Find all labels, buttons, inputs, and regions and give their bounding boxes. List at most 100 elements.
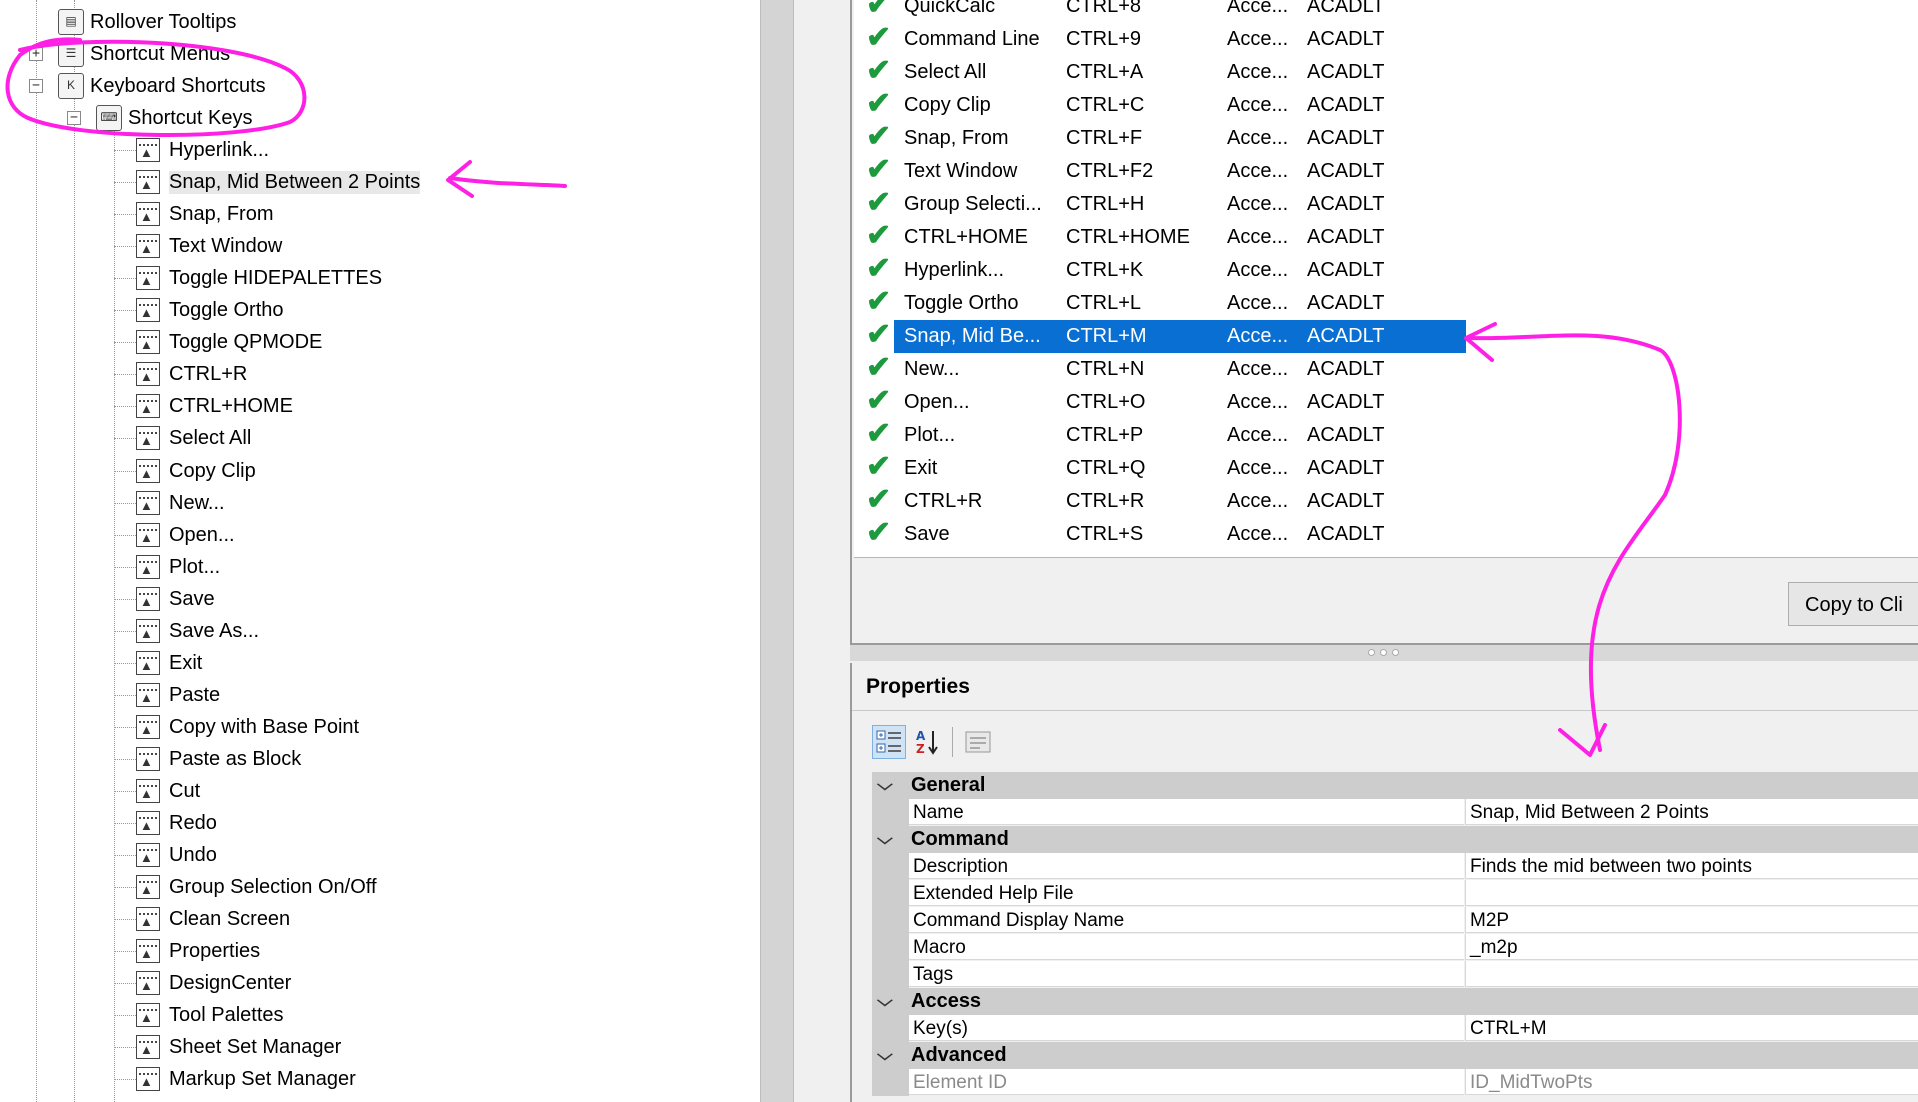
shortcut-row[interactable]: ✔ Snap, From CTRL+F Acce... ACADLT xyxy=(854,120,1454,155)
tree-item[interactable]: Snap, From xyxy=(136,198,273,230)
tree-guide-line xyxy=(114,124,115,1102)
tree-item[interactable]: Snap, Mid Between 2 Points xyxy=(136,166,421,198)
property-row[interactable]: Description Finds the mid between two poi… xyxy=(872,853,1918,880)
shortcut-row[interactable]: ✔ Hyperlink... CTRL+K Acce... ACADLT xyxy=(854,252,1454,287)
tree-item[interactable]: Exit xyxy=(136,647,202,679)
shortcut-row[interactable]: ✔ CTRL+R CTRL+R Acce... ACADLT xyxy=(854,483,1454,518)
property-value[interactable]: _m2p xyxy=(1465,934,1918,960)
shortcut-row[interactable]: ✔ Snap, Mid Be... CTRL+M Acce... ACADLT xyxy=(854,318,1466,353)
copy-to-clipboard-button[interactable]: Copy to Cli xyxy=(1788,582,1918,626)
tree-item[interactable]: DesignCenter xyxy=(136,967,291,999)
collapse-chevron-icon[interactable]: ⌵ xyxy=(877,1042,903,1069)
tree-connector-line xyxy=(114,727,136,728)
property-value[interactable]: CTRL+M xyxy=(1465,1015,1918,1041)
shortcut-row[interactable]: ✔ Select All CTRL+A Acce... ACADLT xyxy=(854,54,1454,89)
shortcut-row[interactable]: ✔ Copy Clip CTRL+C Acce... ACADLT xyxy=(854,87,1454,122)
categorized-view-icon[interactable] xyxy=(872,725,906,759)
property-pages-icon[interactable] xyxy=(961,725,995,759)
tree-item[interactable]: Sheet Set Manager xyxy=(136,1031,341,1063)
property-category[interactable]: ⌵ Advanced xyxy=(872,1042,1918,1069)
tree-item[interactable]: Redo xyxy=(136,807,217,839)
tree-item[interactable]: Save As... xyxy=(136,615,259,647)
checkmark-icon: ✔ xyxy=(866,417,892,450)
property-row[interactable]: Tags xyxy=(872,961,1918,988)
shortcut-row[interactable]: ✔ Group Selecti... CTRL+H Acce... ACADLT xyxy=(854,186,1454,221)
property-row[interactable]: Command Display Name M2P xyxy=(872,907,1918,934)
tree-item[interactable]: Select All xyxy=(136,422,251,454)
customization-tree[interactable]: ▤ Rollover Tooltips + ☰ Shortcut Menus −… xyxy=(0,0,760,1102)
shortcut-list[interactable]: ✔ QuickCalc CTRL+8 Acce... ACADLT ✔ Command Li… xyxy=(854,0,1918,558)
alphabetical-sort-icon[interactable]: A Z xyxy=(910,725,944,759)
tree-item[interactable]: Copy Clip xyxy=(136,455,256,487)
collapse-chevron-icon[interactable]: ⌵ xyxy=(877,988,903,1015)
property-value[interactable]: Finds the mid between two points xyxy=(1465,853,1918,879)
tree-item[interactable]: Save xyxy=(136,583,215,615)
source-cell: ACADLT xyxy=(1307,61,1385,83)
vertical-splitter[interactable] xyxy=(760,0,794,1102)
property-row[interactable]: Element ID ID_MidTwoPts xyxy=(872,1069,1918,1096)
property-category[interactable]: ⌵ General xyxy=(872,772,1918,799)
tree-node-keyboard-shortcuts[interactable]: K Keyboard Shortcuts xyxy=(58,70,266,102)
tree-node-rollover-tooltips[interactable]: ▤ Rollover Tooltips xyxy=(58,6,236,38)
shortcut-row[interactable]: ✔ Toggle Ortho CTRL+L Acce... ACADLT xyxy=(854,285,1454,320)
property-row[interactable]: Name Snap, Mid Between 2 Points xyxy=(872,799,1918,826)
shortcut-row[interactable]: ✔ QuickCalc CTRL+8 Acce... ACADLT xyxy=(854,0,1454,23)
collapse-toggle-icon[interactable]: − xyxy=(29,79,43,93)
tree-item[interactable]: Paste as Block xyxy=(136,743,301,775)
command-cell: Plot... xyxy=(904,424,956,446)
property-category[interactable]: ⌵ Access xyxy=(872,988,1918,1015)
key-cell: CTRL+C xyxy=(1066,94,1145,116)
tree-item[interactable]: Properties xyxy=(136,935,260,967)
tree-item[interactable]: New... xyxy=(136,487,225,519)
property-value[interactable]: M2P xyxy=(1465,907,1918,933)
tree-item[interactable]: Toggle Ortho xyxy=(136,294,284,326)
tree-item[interactable]: Markup Set Manager xyxy=(136,1063,356,1095)
property-value[interactable]: Snap, Mid Between 2 Points xyxy=(1465,799,1918,825)
tree-item[interactable]: Tool Palettes xyxy=(136,999,284,1031)
tree-item[interactable]: Text Window xyxy=(136,230,282,262)
shortcut-key-icon xyxy=(136,459,160,483)
tree-item[interactable]: Paste xyxy=(136,679,220,711)
tree-item[interactable]: Undo xyxy=(136,839,217,871)
collapse-chevron-icon[interactable]: ⌵ xyxy=(877,772,903,799)
tree-item[interactable]: Toggle QPMODE xyxy=(136,326,322,358)
tree-item[interactable]: Open... xyxy=(136,519,235,551)
collapse-toggle-icon[interactable]: − xyxy=(67,111,81,125)
shortcut-row[interactable]: ✔ New... CTRL+N Acce... ACADLT xyxy=(854,351,1454,386)
tree-item-label: Toggle Ortho xyxy=(169,298,284,321)
shortcut-row[interactable]: ✔ CTRL+HOME CTRL+HOME Acce... ACADLT xyxy=(854,219,1454,254)
tree-item[interactable]: Hyperlink... xyxy=(136,134,269,166)
tree-item[interactable]: Clean Screen xyxy=(136,903,290,935)
tree-item[interactable]: CTRL+HOME xyxy=(136,390,293,422)
tree-node-shortcut-menus[interactable]: ☰ Shortcut Menus xyxy=(58,38,230,70)
tree-item[interactable]: Copy with Base Point xyxy=(136,711,359,743)
tree-node-shortcut-keys[interactable]: ⌨ Shortcut Keys xyxy=(96,102,253,134)
shortcut-row[interactable]: ✔ Exit CTRL+Q Acce... ACADLT xyxy=(854,450,1454,485)
command-cell: Command Line xyxy=(904,28,1040,50)
command-cell: CTRL+R xyxy=(904,490,983,512)
property-row[interactable]: Key(s) CTRL+M xyxy=(872,1015,1918,1042)
key-cell: CTRL+R xyxy=(1066,490,1145,512)
property-value[interactable] xyxy=(1465,961,1918,987)
shortcut-row[interactable]: ✔ Text Window CTRL+F2 Acce... ACADLT xyxy=(854,153,1454,188)
horizontal-splitter[interactable] xyxy=(850,645,1918,661)
expand-toggle-icon[interactable]: + xyxy=(29,47,43,61)
shortcut-row[interactable]: ✔ Command Line CTRL+9 Acce... ACADLT xyxy=(854,21,1454,56)
property-row[interactable]: Extended Help File xyxy=(872,880,1918,907)
collapse-chevron-icon[interactable]: ⌵ xyxy=(877,826,903,853)
source-cell: ACADLT xyxy=(1307,358,1385,380)
shortcut-row[interactable]: ✔ Open... CTRL+O Acce... ACADLT xyxy=(854,384,1454,419)
tree-item[interactable]: Plot... xyxy=(136,551,220,583)
shortcut-row[interactable]: ✔ Save CTRL+S Acce... ACADLT xyxy=(854,516,1454,551)
tree-item[interactable]: Group Selection On/Off xyxy=(136,871,377,903)
key-cell: CTRL+8 xyxy=(1066,0,1142,17)
property-row[interactable]: Macro _m2p xyxy=(872,934,1918,961)
shortcut-row[interactable]: ✔ Plot... CTRL+P Acce... ACADLT xyxy=(854,417,1454,452)
tree-item[interactable]: Cut xyxy=(136,775,200,807)
tree-item[interactable]: Toggle HIDEPALETTES xyxy=(136,262,382,294)
source-cell: ACADLT xyxy=(1307,424,1385,446)
tree-item[interactable]: CTRL+R xyxy=(136,358,247,390)
property-category[interactable]: ⌵ Command xyxy=(872,826,1918,853)
property-value[interactable] xyxy=(1465,880,1918,906)
tree-item-label: Snap, From xyxy=(169,202,274,225)
